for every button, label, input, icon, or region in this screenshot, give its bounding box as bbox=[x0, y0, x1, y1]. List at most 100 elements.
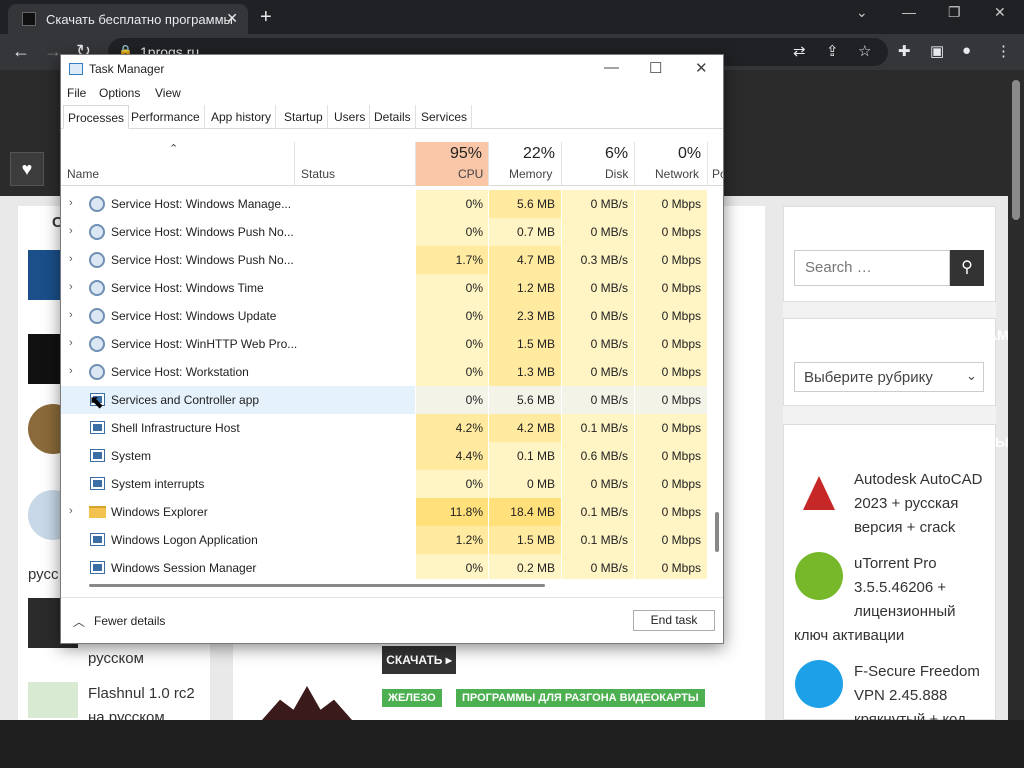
page-scroll-thumb[interactable] bbox=[1012, 80, 1020, 220]
download-button[interactable]: СКАЧАТЬ ▸ bbox=[382, 646, 456, 674]
tab-app-history[interactable]: App history bbox=[207, 105, 277, 129]
program-title[interactable]: на русском bbox=[88, 709, 165, 720]
search-button[interactable]: ⚲ bbox=[950, 250, 984, 286]
process-cpu: 0% bbox=[465, 365, 483, 379]
menu-icon[interactable]: ⋮ bbox=[996, 42, 1011, 60]
process-row[interactable]: Windows Logon Application 1.2% 1.5 MB 0.1 M… bbox=[61, 526, 707, 554]
network-percent[interactable]: 0% bbox=[678, 145, 701, 163]
process-memory: 5.6 MB bbox=[516, 393, 555, 407]
popular-item-title[interactable]: Autodesk AutoCAD 2023 + русская версия + c… bbox=[854, 468, 982, 540]
process-row[interactable]: › Service Host: WinHTTP Web Pro... 0% 1.5 M… bbox=[61, 330, 707, 358]
program-title[interactable]: русском bbox=[88, 650, 144, 667]
browser-tab[interactable]: Скачать бесплатно программы ✕ bbox=[8, 4, 248, 34]
expand-chevron-icon[interactable]: › bbox=[69, 337, 73, 349]
process-network: 0 Mbps bbox=[661, 337, 701, 351]
column-divider[interactable] bbox=[294, 142, 295, 186]
close-icon[interactable]: ✕ bbox=[695, 59, 708, 77]
process-memory: 0.2 MB bbox=[516, 561, 555, 575]
tab-performance[interactable]: Performance bbox=[127, 105, 205, 129]
new-tab-icon[interactable]: + bbox=[260, 6, 272, 29]
utorrent-icon[interactable] bbox=[795, 552, 843, 600]
popular-item-title[interactable]: F-Secure Freedom VPN 2.45.888 крякнутый + … bbox=[854, 660, 980, 720]
memory-percent[interactable]: 22% bbox=[523, 145, 555, 163]
process-network: 0 Mbps bbox=[661, 449, 701, 463]
tab-startup[interactable]: Startup bbox=[280, 105, 328, 129]
sort-ascending-icon[interactable]: ⌃ bbox=[169, 142, 178, 155]
tab-processes[interactable]: Processes bbox=[63, 105, 130, 129]
column-network[interactable]: Network bbox=[655, 167, 699, 181]
horizontal-scroll-thumb[interactable] bbox=[89, 584, 545, 587]
menu-options[interactable]: Options bbox=[99, 86, 140, 100]
back-icon[interactable]: ← bbox=[12, 41, 30, 62]
translate-icon[interactable]: ⇄ bbox=[793, 42, 806, 60]
column-status[interactable]: Status bbox=[301, 167, 335, 181]
process-row[interactable]: System 4.4% 0.1 MB 0.6 MB/s 0 Mbps bbox=[61, 442, 707, 470]
column-divider[interactable] bbox=[561, 142, 562, 186]
column-power[interactable]: Po bbox=[712, 167, 723, 181]
popular-item-title[interactable]: uTorrent Pro 3.5.5.46206 + лицензионный bbox=[854, 552, 956, 624]
program-title[interactable]: Flashnul 1.0 rc2 bbox=[88, 685, 195, 702]
popular-item-title[interactable]: ключ активации bbox=[794, 624, 904, 648]
process-name: Windows Explorer bbox=[111, 505, 208, 519]
share-icon[interactable]: ⇪ bbox=[826, 42, 839, 60]
process-row[interactable]: › Service Host: Windows Time 0% 1.2 MB 0 MB/… bbox=[61, 274, 707, 302]
expand-chevron-icon[interactable]: › bbox=[69, 365, 73, 377]
expand-chevron-icon[interactable]: › bbox=[69, 197, 73, 209]
expand-chevron-icon[interactable]: › bbox=[69, 309, 73, 321]
process-list-scroll-thumb[interactable] bbox=[715, 512, 719, 552]
tab-services[interactable]: Services bbox=[417, 105, 473, 129]
column-disk[interactable]: Disk bbox=[605, 167, 628, 181]
extensions-icon[interactable]: ✚ bbox=[898, 42, 911, 60]
minimize-icon[interactable]: — bbox=[902, 4, 916, 20]
process-row[interactable]: › Service Host: Workstation 0% 1.3 MB 0 MB/s… bbox=[61, 358, 707, 386]
side-panel-icon[interactable]: ▣ bbox=[930, 42, 944, 60]
menu-file[interactable]: File bbox=[67, 86, 86, 100]
process-row[interactable]: › Service Host: Windows Manage... 0% 5.6 MB… bbox=[61, 190, 707, 218]
chevron-up-icon[interactable]: ︿ bbox=[73, 613, 85, 630]
column-memory[interactable]: Memory bbox=[509, 167, 552, 181]
process-row[interactable]: Services and Controller app 0% 5.6 MB 0 MB/… bbox=[61, 386, 707, 414]
restore-icon[interactable]: ❐ bbox=[948, 4, 961, 21]
process-memory: 5.6 MB bbox=[516, 197, 555, 211]
column-divider[interactable] bbox=[488, 142, 489, 186]
tag-hardware[interactable]: ЖЕЛЕЗО bbox=[382, 689, 442, 707]
end-task-button[interactable]: End task bbox=[633, 610, 715, 631]
tab-search-icon[interactable]: ⌄ bbox=[856, 4, 868, 21]
column-divider[interactable] bbox=[415, 142, 416, 186]
maximize-icon[interactable]: ☐ bbox=[649, 59, 662, 77]
column-cpu[interactable]: CPU bbox=[458, 167, 483, 181]
autocad-icon[interactable] bbox=[795, 472, 843, 520]
column-divider[interactable] bbox=[634, 142, 635, 186]
process-row[interactable]: System interrupts 0% 0 MB 0 MB/s 0 Mbps bbox=[61, 470, 707, 498]
expand-chevron-icon[interactable]: › bbox=[69, 505, 73, 517]
profile-icon[interactable]: ● bbox=[962, 42, 971, 59]
process-memory: 2.3 MB bbox=[516, 309, 555, 323]
tab-details[interactable]: Details bbox=[370, 105, 416, 129]
disk-percent[interactable]: 6% bbox=[605, 145, 628, 163]
fsecure-vpn-icon[interactable] bbox=[795, 660, 843, 708]
tag-gpu-overclock[interactable]: ПРОГРАММЫ ДЛЯ РАЗГОНА ВИДЕОКАРТЫ bbox=[456, 689, 705, 707]
program-title[interactable]: русс bbox=[28, 566, 59, 583]
cpu-percent[interactable]: 95% bbox=[450, 145, 482, 163]
process-row[interactable]: › Service Host: Windows Push No... 0% 0.7 M… bbox=[61, 218, 707, 246]
expand-chevron-icon[interactable]: › bbox=[69, 281, 73, 293]
process-row[interactable]: › Windows Explorer 11.8% 18.4 MB 0.1 MB/s 0 M… bbox=[61, 498, 707, 526]
column-divider[interactable] bbox=[707, 142, 708, 186]
categories-widget-title: ПРОГРАММЫ ПО РУБРИКАМ bbox=[809, 327, 1009, 343]
process-row[interactable]: Shell Infrastructure Host 4.2% 4.2 MB 0.1 M… bbox=[61, 414, 707, 442]
tab-users[interactable]: Users bbox=[330, 105, 371, 129]
favorite-heart-icon[interactable]: ♥ bbox=[10, 152, 44, 186]
process-row[interactable]: › Service Host: Windows Update 0% 2.3 MB 0 M… bbox=[61, 302, 707, 330]
tab-close-icon[interactable]: ✕ bbox=[226, 10, 238, 27]
expand-chevron-icon[interactable]: › bbox=[69, 225, 73, 237]
process-row[interactable]: Windows Session Manager 0% 0.2 MB 0 MB/s 0 M… bbox=[61, 554, 707, 579]
close-window-icon[interactable]: ✕ bbox=[994, 4, 1006, 21]
column-name[interactable]: Name bbox=[67, 167, 99, 181]
menu-view[interactable]: View bbox=[155, 86, 181, 100]
process-row[interactable]: › Service Host: Windows Push No... 1.7% 4.7… bbox=[61, 246, 707, 274]
fewer-details-link[interactable]: Fewer details bbox=[94, 614, 165, 628]
expand-chevron-icon[interactable]: › bbox=[69, 253, 73, 265]
bookmark-star-icon[interactable]: ☆ bbox=[858, 42, 871, 60]
program-thumbnail[interactable] bbox=[28, 682, 78, 718]
minimize-icon[interactable]: — bbox=[604, 59, 619, 76]
